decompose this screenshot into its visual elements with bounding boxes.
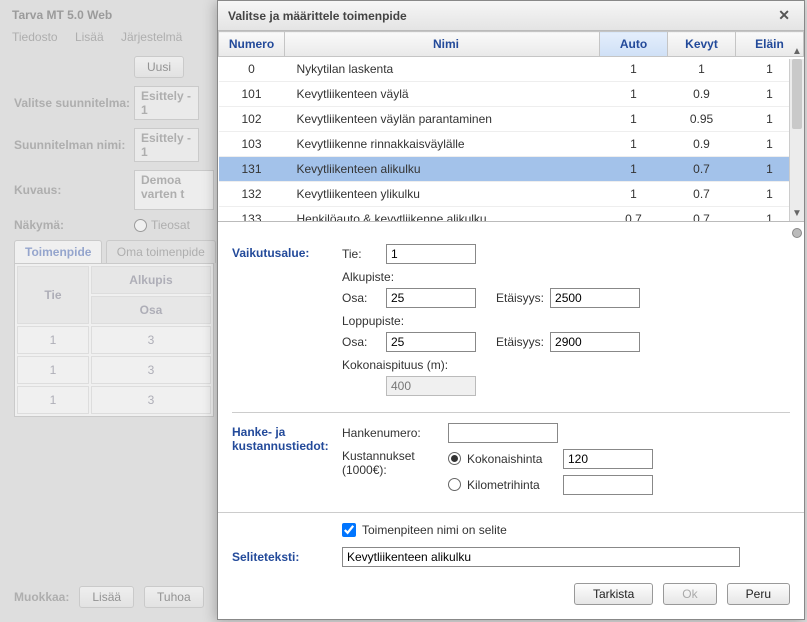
nimi-label: Suunnitelman nimi: [14, 138, 134, 152]
tie-input[interactable] [386, 244, 476, 264]
table-row[interactable]: 131Kevytliikenteen alikulku10.71 [219, 157, 804, 182]
menu-item: Tiedosto [12, 30, 58, 44]
scroll-up-icon[interactable]: ▲ [790, 45, 804, 59]
alkupiste-label: Alkupiste: [342, 270, 790, 284]
vaikutusalue-section: Vaikutusalue: Tie: Alkupiste: Osa: Etäis… [232, 234, 790, 412]
kilometrihinta-input[interactable] [563, 475, 653, 495]
table-row[interactable]: 103Kevytliikenne rinnakkaisväylälle10.91 [219, 132, 804, 157]
nakyma-radio: Tieosat [134, 218, 190, 232]
peru-button[interactable]: Peru [727, 583, 790, 605]
scroll-down-icon[interactable]: ▼ [790, 207, 804, 221]
table-row[interactable]: 132Kevytliikenteen ylikulku10.71 [219, 182, 804, 207]
form-scroll-handle[interactable] [792, 228, 802, 238]
uusi-button: Uusi [134, 56, 184, 78]
kilometrihinta-radio[interactable] [448, 478, 461, 491]
alku-osa-input[interactable] [386, 288, 476, 308]
tab-oma: Oma toimenpide [106, 240, 216, 263]
hanke-section: Hanke- ja kustannustiedot: Hankenumero: … [232, 412, 790, 513]
kokonaishinta-input[interactable] [563, 449, 653, 469]
table-scrollbar[interactable]: ▲ ▼ [789, 59, 804, 221]
vaikutusalue-label: Vaikutusalue: [232, 244, 328, 402]
menu-item: Lisää [75, 30, 104, 44]
ok-button[interactable]: Ok [663, 583, 716, 605]
col-auto[interactable]: Auto [600, 32, 668, 57]
nimi-input: Esittely - 1 [134, 128, 199, 162]
dialog-footer: Toimenpiteen nimi on selite Seliteteksti… [218, 513, 804, 619]
bg-grid: Tie Alkupis Osa 13 13 13 [14, 263, 214, 417]
close-icon[interactable]: ✕ [774, 7, 794, 24]
radio-icon [134, 219, 147, 232]
table-row[interactable]: 0Nykytilan laskenta111 [219, 57, 804, 82]
dialog-titlebar: Valitse ja määrittele toimenpide ✕ [218, 1, 804, 31]
scroll-thumb[interactable] [792, 59, 802, 129]
col-kevyt[interactable]: Kevyt [668, 32, 736, 57]
dialog: Valitse ja määrittele toimenpide ✕ Numer… [217, 0, 805, 620]
seliteteksti-input[interactable] [342, 547, 740, 567]
kokonaispituus-input [386, 376, 476, 396]
loppu-osa-input[interactable] [386, 332, 476, 352]
toimenpide-table: Numero Nimi Auto Kevyt Eläin 0Nykytilan … [218, 31, 804, 222]
table-row[interactable]: 133Henkilöauto & kevytliikenne alikulku0… [219, 207, 804, 222]
alku-etaisyys-input[interactable] [550, 288, 640, 308]
lisaa-button: Lisää [79, 586, 134, 608]
valitse-label: Valitse suunnitelma: [14, 96, 134, 110]
col-numero[interactable]: Numero [219, 32, 285, 57]
selite-checkbox[interactable] [342, 523, 356, 537]
col-nimi[interactable]: Nimi [285, 32, 600, 57]
edit-bar: Muokkaa: Lisää Tuhoa [14, 586, 204, 608]
hankenumero-input[interactable] [448, 423, 558, 443]
table-row[interactable]: 101Kevytliikenteen väylä10.91 [219, 82, 804, 107]
kokonaispituus-label: Kokonaispituus (m): [342, 358, 790, 372]
loppu-etaisyys-input[interactable] [550, 332, 640, 352]
menu-item: Järjestelmä [121, 30, 182, 44]
dialog-title: Valitse ja määrittele toimenpide [228, 9, 407, 23]
seliteteksti-label: Seliteteksti: [232, 550, 342, 564]
kuvaus-label: Kuvaus: [14, 183, 134, 197]
nakyma-label: Näkymä: [14, 218, 134, 232]
loppupiste-label: Loppupiste: [342, 314, 790, 328]
valitse-select: Esittely - 1 [134, 86, 199, 120]
kuvaus-textarea: Demoa varten t [134, 170, 214, 210]
selite-chk-label: Toimenpiteen nimi on selite [362, 523, 507, 537]
tab-toimenpide: Toimenpide [14, 240, 102, 263]
hanke-label: Hanke- ja kustannustiedot: [232, 423, 328, 507]
tuhoa-button: Tuhoa [144, 586, 204, 608]
kokonaishinta-radio[interactable] [448, 452, 461, 465]
tarkista-button[interactable]: Tarkista [574, 583, 653, 605]
table-row[interactable]: 102Kevytliikenteen väylän parantaminen10… [219, 107, 804, 132]
